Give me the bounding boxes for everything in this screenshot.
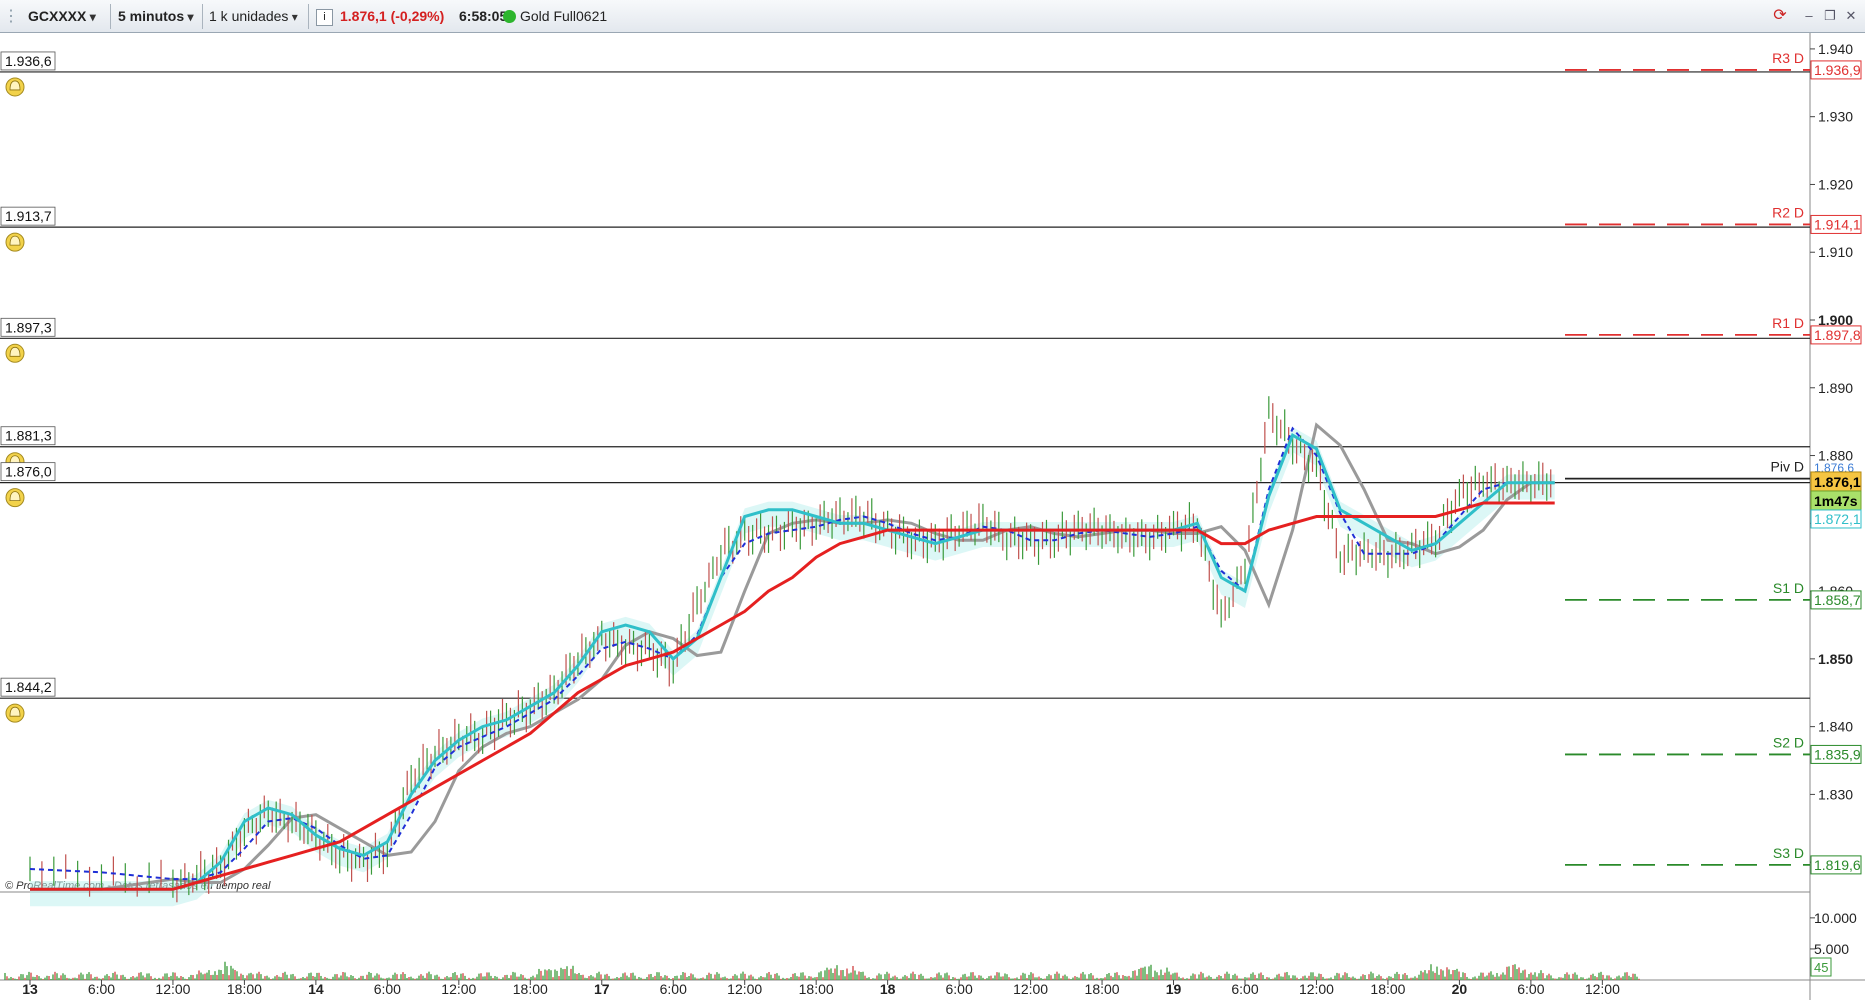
refresh-icon[interactable]: ⟳ [1772,8,1788,24]
pivot-value: 1.819,6 [1814,857,1861,873]
countdown: 1m47s [1814,493,1858,509]
price-tick-label: 1.850 [1818,651,1853,667]
time-tick-label: 18 [880,981,896,997]
alert-price-label: 1.897,3 [5,319,52,335]
ichimoku-cloud [30,427,1555,907]
close-icon[interactable]: ✕ [1843,8,1859,24]
price-axis: 1.9401.9301.9201.9101.9001.8901.8801.870… [1810,41,1862,977]
pivot-name: R3 D [1772,50,1804,66]
time-tick-label: 19 [1166,981,1182,997]
price-chart[interactable]: © ProRealTime.com - Datos retrasados en … [0,0,1865,1000]
price-tick-label: 1.890 [1818,380,1853,396]
grip-icon[interactable]: ⋮ [0,0,22,33]
bell-icon-shape [9,706,21,717]
timeframe-selector[interactable]: 5 minutos [118,0,193,33]
price-tick-label: 1.910 [1818,244,1853,260]
time-tick-label: 6:00 [660,981,687,997]
price-tick-label: 1.930 [1818,109,1853,125]
time-tick-label: 18:00 [1085,981,1120,997]
time-tick-label: 18:00 [513,981,548,997]
pivot-levels: R3 D R2 D R1 D Piv D S1 D S2 D S3 D [1565,50,1810,866]
pivot-value: 1.835,9 [1814,746,1861,762]
horizontal-lines[interactable]: 1.936,6 1.913,7 1.897,3 1.881,3 1.876,0 1.844… [0,51,1810,723]
price-tick-label: 1.920 [1818,176,1853,192]
units-selector[interactable]: 1 k unidades [209,0,298,33]
current-price: 1.876,1 [1814,474,1861,490]
pivot-value: 1.936,9 [1814,62,1861,78]
volume-tick-label: 10.000 [1814,910,1857,926]
restore-icon[interactable]: ❐ [1822,8,1838,24]
clock-time: 6:58:05 [459,8,508,24]
pivot-value: 1.897,8 [1814,327,1861,343]
alert-price-label: 1.876,0 [5,464,52,480]
time-tick-label: 6:00 [945,981,972,997]
time-tick-label: 18:00 [799,981,834,997]
time-tick-label: 6:00 [374,981,401,997]
pivot-name: S3 D [1773,845,1804,861]
time-tick-label: 13 [22,981,38,997]
time-tick-label: 18:00 [1370,981,1405,997]
bell-icon-shape [9,80,21,91]
cloud-area [30,427,1555,907]
pivot-name: Piv D [1771,459,1804,475]
bell-icon-shape [9,491,21,502]
alert-price-label: 1.936,6 [5,53,52,69]
pivot-name: S1 D [1773,580,1804,596]
time-tick-label: 12:00 [1299,981,1334,997]
alert-price-label: 1.844,2 [5,679,52,695]
bell-icon-shape [9,346,21,357]
time-tick-label: 12:00 [441,981,476,997]
time-tick-label: 14 [308,981,324,997]
time-tick-label: 12:00 [1585,981,1620,997]
pivot-value: 1.858,7 [1814,592,1861,608]
price-tick-label: 1.830 [1818,786,1853,802]
time-tick-label: 6:00 [88,981,115,997]
minimize-icon[interactable]: – [1801,8,1817,24]
time-tick-label: 12:00 [1013,981,1048,997]
volume-bars [4,961,1640,980]
symbol-selector[interactable]: GCXXXX [28,0,96,33]
pivot-value: 1.914,1 [1814,216,1861,232]
price-change: 1.876,1 (-0,29%) [340,8,445,24]
time-tick-label: 12:00 [155,981,190,997]
instrument-name: Gold Full0621 [520,8,608,24]
alert-price-label: 1.913,7 [5,208,52,224]
time-tick-label: 6:00 [1231,981,1258,997]
connection-status-icon [503,10,516,23]
time-tick-label: 18:00 [227,981,262,997]
time-tick-label: 12:00 [727,981,762,997]
time-axis: 13 6:00 12:00 18:00 14 6:00 12:00 18:00 17 6:00 12… [22,980,1620,997]
pivot-name: S2 D [1773,734,1804,750]
time-tick-label: 17 [594,981,610,997]
time-tick-label: 20 [1452,981,1468,997]
volume-value: 45 [1814,960,1828,975]
bell-icon-shape [9,235,21,246]
volume-tick-label: 5.000 [1814,941,1849,957]
alert-price-label: 1.881,3 [5,428,52,444]
chart-frame: © ProRealTime.com - Datos retrasados en … [0,33,1865,1000]
price-tick-label: 1.840 [1818,719,1853,735]
time-tick-label: 6:00 [1517,981,1544,997]
pivot-name: R2 D [1772,204,1804,220]
price-tick-label: 1.940 [1818,41,1853,57]
chart-toolbar: ⋮ GCXXXX 5 minutos 1 k unidades i 1.876,… [0,0,1865,33]
pivot-name: R1 D [1772,315,1804,331]
ma-value: 1.872,1 [1814,511,1861,527]
info-icon[interactable]: i [316,9,333,26]
